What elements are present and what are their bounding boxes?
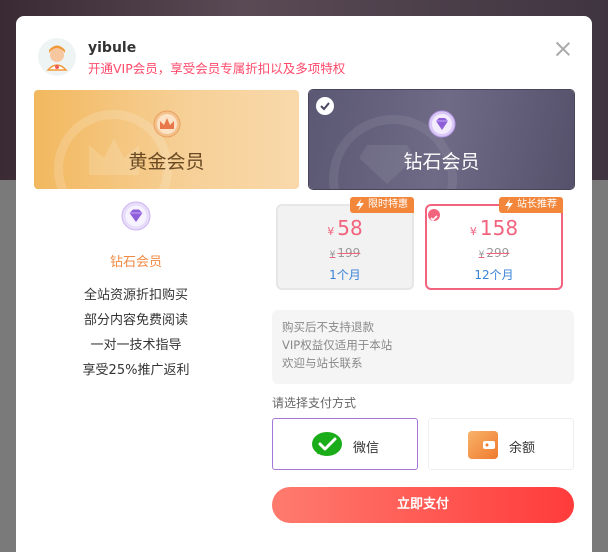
pay-balance-button[interactable]: 余额 [428, 418, 574, 470]
plan-duration: 1个月 [329, 268, 361, 282]
plan-12-month[interactable]: 站长推荐 ¥158 ¥299 12个月 [425, 197, 563, 290]
vip-modal: yibule 开通VIP会员，享受会员专属折扣以及多项特权 黄金会员 钻石会员 [16, 16, 592, 552]
notice-line: VIP权益仅适用于本站 [282, 338, 393, 352]
benefit-item: 一对一技术指导 [90, 338, 182, 353]
pay-wechat-button[interactable]: 微信 [272, 418, 418, 470]
plan-original-price: ¥199 [329, 246, 361, 260]
payment-method-label: 请选择支付方式 [272, 396, 357, 410]
plan-price: ¥58 [327, 216, 363, 240]
tier-diamond-card[interactable]: 钻石会员 [309, 90, 574, 189]
tier-gold-card[interactable]: 黄金会员 [34, 90, 299, 189]
username: yibule [88, 40, 137, 56]
benefits-title: 钻石会员 [109, 255, 162, 270]
plan-1-month[interactable]: 限时特惠 ¥58 ¥199 1个月 [276, 197, 414, 290]
wechat-icon [312, 432, 342, 456]
wallet-icon [468, 431, 498, 459]
diamond-icon [121, 201, 151, 231]
vip-tagline: 开通VIP会员，享受会员专属折扣以及多项特权 [88, 61, 346, 76]
tier-diamond-label: 钻石会员 [403, 151, 480, 173]
benefit-item: 全站资源折扣购买 [83, 288, 188, 303]
plan-original-price: ¥299 [478, 246, 510, 260]
benefit-item: 部分内容免费阅读 [83, 313, 188, 328]
plan-price: ¥158 [469, 216, 519, 240]
plan-duration: 12个月 [474, 268, 514, 282]
lightning-icon [356, 199, 364, 211]
notice-line: 购买后不支持退款 [282, 320, 374, 334]
pay-balance-label: 余额 [509, 441, 536, 456]
tier-selected-check-icon [316, 97, 334, 115]
purchase-notice: 购买后不支持退款 VIP权益仅适用于本站 欢迎与站长联系 [272, 310, 574, 384]
close-icon[interactable] [554, 40, 572, 58]
plan-badge: 站长推荐 [499, 197, 563, 213]
crown-icon [153, 110, 180, 138]
notice-line: 欢迎与站长联系 [282, 356, 363, 370]
tier-gold-label: 黄金会员 [128, 151, 205, 173]
pay-wechat-label: 微信 [353, 441, 380, 456]
pay-now-button[interactable]: 立即支付 [272, 487, 574, 523]
lightning-icon [505, 199, 513, 211]
avatar [38, 38, 76, 76]
plan-badge: 限时特惠 [350, 197, 414, 213]
diamond-icon [428, 110, 455, 138]
benefit-item: 享受25%推广返利 [82, 363, 190, 378]
